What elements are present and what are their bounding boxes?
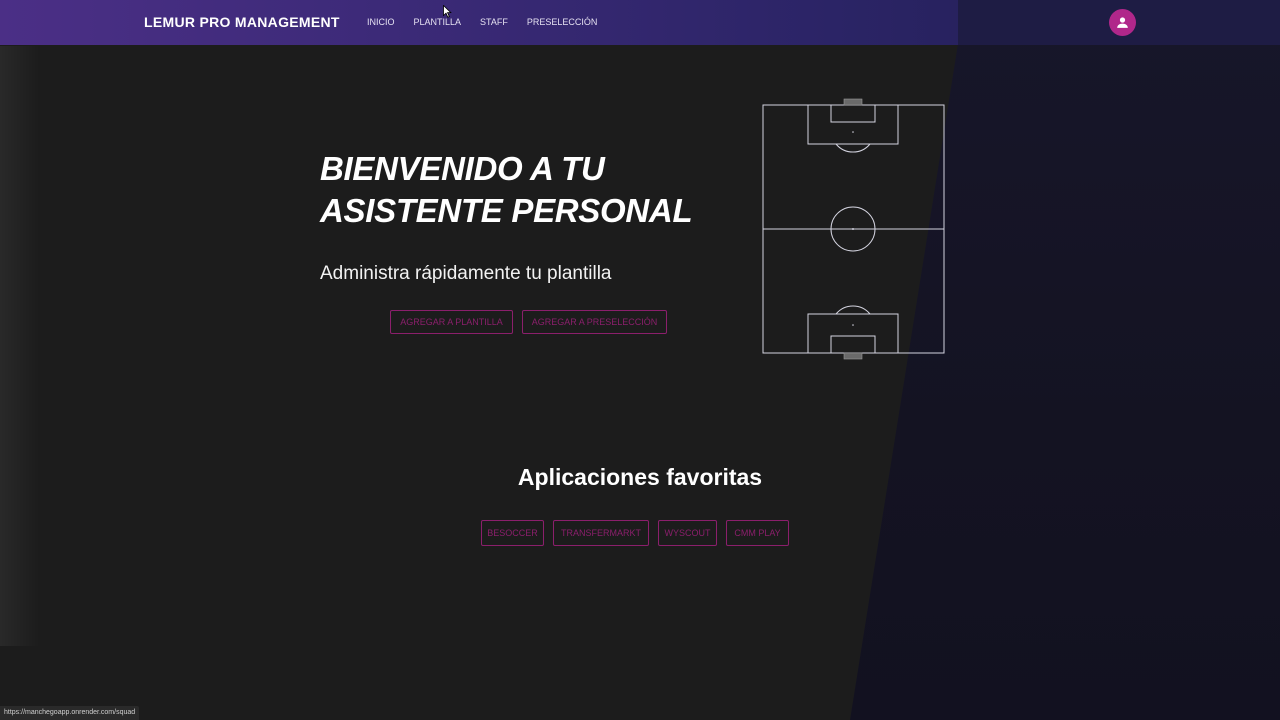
bottom-goal bbox=[843, 352, 863, 360]
bottom-penalty-arc bbox=[835, 305, 871, 315]
brand-logo[interactable]: LEMUR PRO MANAGEMENT bbox=[144, 14, 340, 30]
mouse-cursor-icon bbox=[443, 5, 452, 18]
hero-subtitle: Administra rápidamente tu plantilla bbox=[320, 263, 612, 284]
transfermarkt-button[interactable]: TRANSFERMARKT bbox=[553, 520, 649, 546]
bottom-goal-area bbox=[830, 335, 876, 354]
football-pitch-illustration bbox=[762, 98, 945, 360]
cmm-play-button[interactable]: CMM PLAY bbox=[726, 520, 789, 546]
diagonal-background-panel bbox=[850, 0, 1280, 720]
top-penalty-box bbox=[807, 104, 899, 145]
add-to-preselection-button[interactable]: AGREGAR A PRESELECCIÓN bbox=[522, 310, 667, 334]
bottom-penalty-box bbox=[807, 313, 899, 354]
status-bar-url: https://manchegoapp.onrender.com/squad bbox=[0, 706, 140, 720]
add-to-squad-button[interactable]: AGREGAR A PLANTILLA bbox=[390, 310, 513, 334]
hero-title-line-1: BIENVENIDO A TU bbox=[320, 150, 605, 187]
nav-link-staff[interactable]: STAFF bbox=[480, 17, 508, 27]
left-edge-glow bbox=[0, 46, 40, 646]
page: LEMUR PRO MANAGEMENT INICIO PLANTILLA ST… bbox=[0, 0, 1280, 720]
besoccer-button[interactable]: BESOCCER bbox=[481, 520, 544, 546]
top-penalty-spot bbox=[852, 131, 854, 133]
top-goal bbox=[843, 98, 863, 106]
top-penalty-arc bbox=[835, 143, 871, 153]
bottom-penalty-spot bbox=[852, 324, 854, 326]
user-avatar-button[interactable] bbox=[1109, 9, 1136, 36]
hero-title: BIENVENIDO A TU ASISTENTE PERSONAL bbox=[320, 148, 740, 232]
wyscout-button[interactable]: WYSCOUT bbox=[658, 520, 717, 546]
center-spot bbox=[852, 228, 854, 230]
favorites-title: Aplicaciones favoritas bbox=[517, 464, 763, 490]
user-icon bbox=[1117, 17, 1128, 28]
top-goal-area bbox=[830, 104, 876, 123]
nav-link-plantilla[interactable]: PLANTILLA bbox=[414, 17, 462, 27]
nav-links: INICIO PLANTILLA STAFF PRESELECCIÓN bbox=[367, 17, 616, 27]
nav-link-preseleccion[interactable]: PRESELECCIÓN bbox=[527, 17, 598, 27]
hero-title-line-2: ASISTENTE PERSONAL bbox=[320, 192, 693, 229]
nav-link-inicio[interactable]: INICIO bbox=[367, 17, 395, 27]
